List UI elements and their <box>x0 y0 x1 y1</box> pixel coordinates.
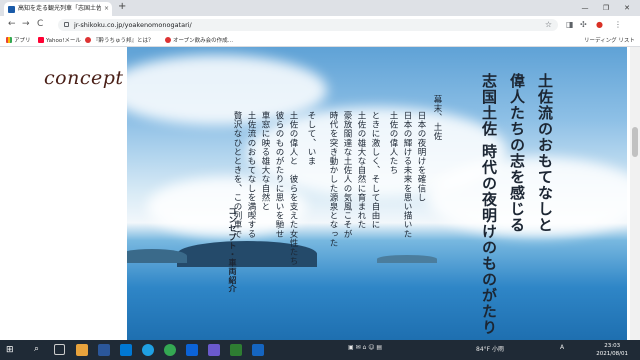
apps-grid-icon <box>6 37 12 43</box>
app-icon[interactable] <box>252 344 264 356</box>
windows-taskbar: ⊞ ⌕ ▣ ✉ ⌂ ☺ ▤ 84°F 小雨 A 23:03 2021/08/01 <box>0 340 640 360</box>
bookmark-item3-label: オープン飲み会の作成… <box>173 38 234 44</box>
file-explorer-icon[interactable] <box>76 344 88 356</box>
app-icon[interactable] <box>208 344 220 356</box>
new-tab-button[interactable]: + <box>118 1 126 12</box>
menu-icon[interactable]: ⋮ <box>614 20 622 29</box>
scrollbar-thumb[interactable] <box>632 127 638 157</box>
concept-section-link[interactable]: コンセプト・車両紹介 <box>228 207 239 293</box>
poem-line: 豪放闊達な土佐人の気風こそが <box>342 111 352 239</box>
profile-icon[interactable]: ● <box>596 20 603 29</box>
page-content: concept 土佐流のおもてなしと 偉人たちの志を感じる 志国土佐 時代の夜明… <box>0 47 640 340</box>
tab-title: 高知を走る観光列車「志国土佐 時… <box>18 5 101 12</box>
chrome-icon[interactable] <box>164 344 176 356</box>
poem-line: 彼らのものがたりに思いを馳せ <box>274 111 284 239</box>
headline-line-3: 志国土佐 時代の夜明けのものがたり <box>480 73 498 336</box>
search-icon[interactable]: ⌕ <box>34 344 46 356</box>
bookmark-item2[interactable]: 『酔うちゅう邦』とは？ <box>85 36 154 44</box>
poem-line: 日本の夜明けを確信し <box>416 111 426 202</box>
bookmark-apps[interactable]: アプリ <box>6 36 31 44</box>
island <box>127 249 187 263</box>
bookmarks-bar: アプリ Yahoo!メール 『酔うちゅう邦』とは？ オープン飲み会の作成… リー… <box>0 34 640 47</box>
weather-widget[interactable]: 84°F 小雨 <box>476 344 504 353</box>
browser-titlebar: 高知を走る観光列車「志国土佐 時… × + — ❐ ✕ <box>0 0 640 16</box>
back-button[interactable]: ← <box>8 19 16 29</box>
page-scrollbar[interactable] <box>630 47 640 340</box>
clock-time: 23:03 <box>604 343 621 349</box>
reload-button[interactable]: C <box>37 19 43 29</box>
word-icon[interactable] <box>98 344 110 356</box>
poem-line: 土佐流のおもてなしを満喫する <box>246 111 256 239</box>
reading-list[interactable]: リーディング リスト <box>584 36 635 44</box>
poem-line: 日本の輝ける未来を思い描いた <box>402 111 412 239</box>
site-favicon-icon <box>8 5 15 13</box>
poem-line: そして、いま <box>306 111 316 166</box>
outlook-icon[interactable] <box>120 344 132 356</box>
island <box>377 255 437 263</box>
lock-icon <box>64 22 69 27</box>
concept-logo: concept <box>44 67 124 89</box>
close-window-button[interactable]: ✕ <box>617 0 637 16</box>
zoom-icon[interactable] <box>186 344 198 356</box>
poem-line: 土佐の雄大な自然に育まれた <box>356 111 366 230</box>
yahoo-icon <box>38 37 44 43</box>
poem-line: 土佐の偉人と 彼らを支えた女性たち <box>288 111 298 266</box>
poem-line: 時代を突き動かした源泉となった <box>328 111 338 248</box>
clock-date: 2021/08/01 <box>596 351 628 357</box>
headline-line-1: 土佐流のおもてなしと <box>536 73 554 233</box>
bookmark-star-icon[interactable]: ☆ <box>545 19 552 31</box>
extension-icon[interactable]: ◨ <box>566 20 574 29</box>
site-icon <box>165 37 171 43</box>
app-icon[interactable] <box>230 344 242 356</box>
bookmark-yahoo[interactable]: Yahoo!メール <box>38 36 81 44</box>
browser-tab[interactable]: 高知を走る観光列車「志国土佐 時… × <box>4 2 112 16</box>
bookmark-yahoo-label: Yahoo!メール <box>46 38 81 44</box>
ime-indicator[interactable]: A <box>560 344 564 351</box>
address-bar[interactable]: jr-shikoku.co.jp/yoakenomonogatari/ ☆ <box>58 19 558 31</box>
puzzle-icon[interactable]: ✣ <box>580 20 587 29</box>
edge-icon[interactable] <box>142 344 154 356</box>
browser-toolbar: ← → C jr-shikoku.co.jp/yoakenomonogatari… <box>0 16 640 34</box>
bookmark-item3[interactable]: オープン飲み会の作成… <box>165 36 233 44</box>
poem-line: 幕末、土佐 <box>432 95 442 141</box>
address-url: jr-shikoku.co.jp/yoakenomonogatari/ <box>74 21 192 29</box>
poem-line: 土佐の偉人たち <box>388 111 398 175</box>
poem-line: ときに激しく、そして自由に <box>370 111 380 230</box>
reading-list-label: リーディング リスト <box>584 38 635 44</box>
site-icon <box>85 37 91 43</box>
windows-start-icon[interactable]: ⊞ <box>6 345 14 355</box>
bookmark-item2-label: 『酔うちゅう邦』とは？ <box>93 38 154 44</box>
headline-line-2: 偉人たちの志を感じる <box>508 73 526 233</box>
task-view-icon[interactable] <box>54 344 65 355</box>
maximize-button[interactable]: ❐ <box>596 0 616 16</box>
minimize-button[interactable]: — <box>575 0 595 16</box>
tab-close-button[interactable]: × <box>104 2 112 16</box>
hero-sea-image: 土佐流のおもてなしと 偉人たちの志を感じる 志国土佐 時代の夜明けのものがたり … <box>127 47 627 340</box>
poem-line: 車窓に映る雄大な自然と <box>260 111 270 212</box>
system-clock[interactable]: 23:03 2021/08/01 <box>596 342 628 358</box>
forward-button[interactable]: → <box>22 19 30 29</box>
tray-icons[interactable]: ▣ ✉ ⌂ ☺ ▤ <box>348 344 382 351</box>
bookmark-apps-label: アプリ <box>14 38 31 44</box>
